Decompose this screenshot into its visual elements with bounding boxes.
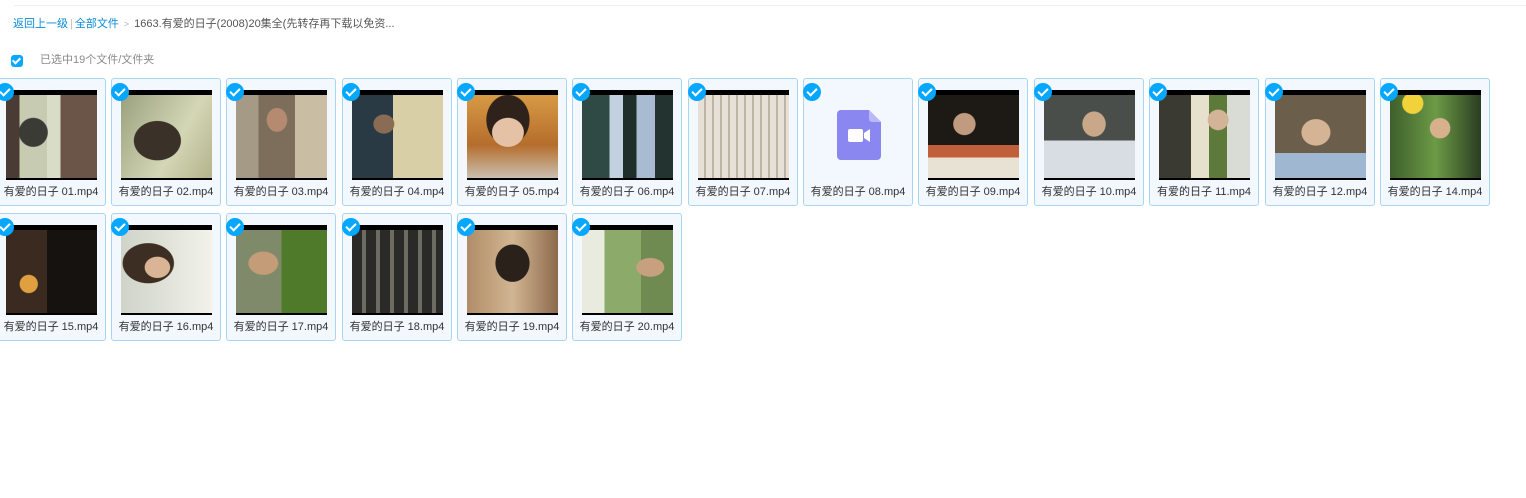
video-thumbnail [1159,90,1250,180]
file-name: 有爱的日子 18.mp4 [349,321,445,333]
file-name: 有爱的日子 10.mp4 [1041,186,1137,198]
file-name: 有爱的日子 12.mp4 [1272,186,1368,198]
selected-check-icon[interactable] [572,218,590,236]
video-thumbnail [1390,90,1481,180]
selected-check-icon[interactable] [1265,83,1283,101]
file-card[interactable]: 有爱的日子 16.mp4 [111,213,221,341]
video-thumbnail [236,225,327,315]
file-name: 有爱的日子 20.mp4 [579,321,675,333]
file-card[interactable]: 有爱的日子 17.mp4 [226,213,336,341]
file-card[interactable]: 有爱的日子 04.mp4 [342,78,452,206]
video-thumbnail [1044,90,1135,180]
selected-check-icon[interactable] [688,83,706,101]
file-card[interactable]: 有爱的日子 20.mp4 [572,213,682,341]
selected-check-icon[interactable] [111,83,129,101]
file-card[interactable]: 有爱的日子 12.mp4 [1265,78,1375,206]
selected-check-icon[interactable] [572,83,590,101]
file-card[interactable]: 有爱的日子 10.mp4 [1034,78,1144,206]
video-thumbnail [121,225,212,315]
video-thumbnail [467,225,558,315]
top-divider [14,5,1526,6]
video-thumbnail [1275,90,1366,180]
video-thumbnail [698,90,789,180]
selected-check-icon[interactable] [1034,83,1052,101]
file-card[interactable]: 有爱的日子 05.mp4 [457,78,567,206]
selected-check-icon[interactable] [457,83,475,101]
file-name: 有爱的日子 16.mp4 [118,321,214,333]
file-name: 有爱的日子 19.mp4 [464,321,560,333]
selected-check-icon[interactable] [1380,83,1398,101]
file-card[interactable]: 有爱的日子 11.mp4 [1149,78,1259,206]
file-card[interactable]: 有爱的日子 03.mp4 [226,78,336,206]
selected-check-icon[interactable] [918,83,936,101]
file-name: 有爱的日子 03.mp4 [233,186,329,198]
file-name: 有爱的日子 08.mp4 [810,186,906,198]
breadcrumb: 返回上一级 | 全部文件 >1663.有爱的日子(2008)20集全(先转存再下载以免… [13,16,395,32]
file-name: 有爱的日子 17.mp4 [233,321,329,333]
video-thumbnail [121,90,212,180]
file-name: 有爱的日子 14.mp4 [1387,186,1483,198]
file-name: 有爱的日子 05.mp4 [464,186,560,198]
selected-check-icon[interactable] [1149,83,1167,101]
back-link[interactable]: 返回上一级 [13,18,68,30]
file-card[interactable]: 有爱的日子 18.mp4 [342,213,452,341]
selected-check-icon[interactable] [342,83,360,101]
file-card[interactable]: 有爱的日子 15.mp4 [0,213,106,341]
current-folder-name: 1663.有爱的日子(2008)20集全(先转存再下载以免资... [134,18,395,30]
selected-check-icon[interactable] [803,83,821,101]
video-thumbnail [6,90,97,180]
file-name: 有爱的日子 06.mp4 [579,186,675,198]
file-name: 有爱的日子 01.mp4 [3,186,99,198]
video-thumbnail [6,225,97,315]
file-name: 有爱的日子 15.mp4 [3,321,99,333]
file-card[interactable]: 有爱的日子 02.mp4 [111,78,221,206]
selection-bar: 已选中19个文件/文件夹 [11,51,154,67]
file-card[interactable]: 有爱的日子 07.mp4 [688,78,798,206]
file-name: 有爱的日子 09.mp4 [925,186,1021,198]
file-card[interactable]: 有爱的日子 08.mp4 [803,78,913,206]
select-all-checkbox[interactable] [11,54,23,67]
selected-check-icon[interactable] [342,218,360,236]
video-thumbnail [582,225,673,315]
file-card[interactable]: 有爱的日子 09.mp4 [918,78,1028,206]
video-file-icon [813,90,904,180]
selected-check-icon[interactable] [226,218,244,236]
video-thumbnail [352,225,443,315]
file-card[interactable]: 有爱的日子 14.mp4 [1380,78,1490,206]
file-card[interactable]: 有爱的日子 06.mp4 [572,78,682,206]
video-thumbnail [236,90,327,180]
video-thumbnail [467,90,558,180]
video-thumbnail [352,90,443,180]
file-card[interactable]: 有爱的日子 01.mp4 [0,78,106,206]
video-thumbnail [928,90,1019,180]
selected-check-icon[interactable] [457,218,475,236]
breadcrumb-arrow-icon: > [123,19,130,29]
file-name: 有爱的日子 11.mp4 [1157,186,1251,198]
video-thumbnail [582,90,673,180]
file-name: 有爱的日子 02.mp4 [118,186,214,198]
selected-check-icon[interactable] [111,218,129,236]
file-name: 有爱的日子 04.mp4 [349,186,445,198]
file-card[interactable]: 有爱的日子 19.mp4 [457,213,567,341]
selection-count: 已选中19个文件/文件夹 [40,54,155,66]
selected-check-icon[interactable] [226,83,244,101]
breadcrumb-separator: | [70,18,73,30]
file-name: 有爱的日子 07.mp4 [695,186,791,198]
all-files-link[interactable]: 全部文件 [75,18,119,30]
